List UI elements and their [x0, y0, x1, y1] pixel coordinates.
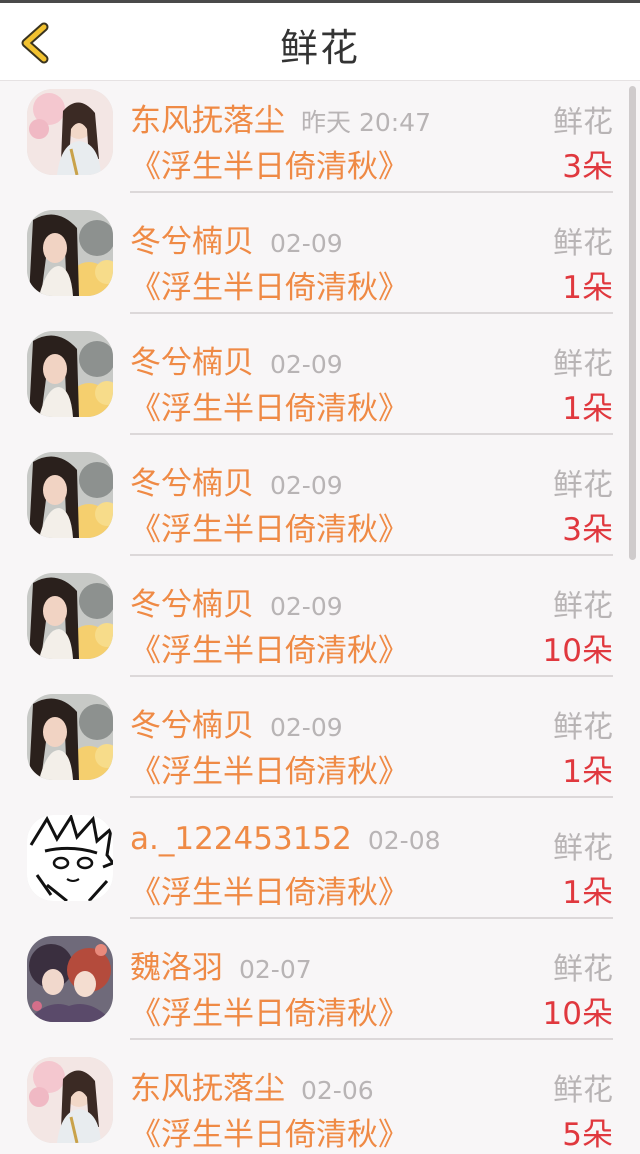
user-name[interactable]: 东风抚落尘: [130, 103, 285, 139]
timestamp: 02-08: [367, 826, 441, 855]
user-name-line: a._122453152 02-08: [130, 821, 441, 857]
avatar[interactable]: [27, 331, 113, 417]
list-item[interactable]: 冬兮楠贝 02-09 鲜花《浮生半日倚清秋》 1朵: [0, 686, 640, 807]
list-item[interactable]: 冬兮楠贝 02-09 鲜花《浮生半日倚清秋》 3朵: [0, 444, 640, 565]
user-name[interactable]: 冬兮楠贝: [130, 345, 254, 381]
timestamp: 02-07: [239, 955, 312, 984]
flower-count: 1朵: [562, 270, 613, 306]
gift-type: 鲜花: [553, 952, 613, 987]
timestamp: 02-09: [270, 713, 343, 742]
flower-gift-list: 东风抚落尘 昨天 20:47 鲜花 《浮生半日倚清秋》 3朵 冬兮楠贝 02-09 鲜花 《浮生…: [0, 81, 640, 1154]
book-title[interactable]: 《浮生半日倚清秋》: [130, 383, 409, 428]
user-name-line: 冬兮楠贝 02-09: [130, 579, 343, 624]
gift-type: 鲜花: [553, 468, 613, 503]
flower-count: 10朵: [542, 633, 613, 669]
item-info: 冬兮楠贝 02-09 鲜花《浮生半日倚清秋》 1朵: [130, 323, 613, 435]
flower-count: 1朵: [562, 875, 613, 911]
gift-type: 鲜花: [553, 226, 613, 261]
book-title[interactable]: 《浮生半日倚清秋》: [130, 625, 409, 670]
book-title[interactable]: 《浮生半日倚清秋》: [130, 746, 409, 791]
gift-type: 鲜花: [553, 105, 613, 140]
timestamp: 02-09: [270, 229, 343, 258]
user-name[interactable]: 冬兮楠贝: [130, 708, 254, 744]
book-title[interactable]: 《浮生半日倚清秋》: [130, 1109, 409, 1154]
gift-type: 鲜花: [553, 1073, 613, 1108]
avatar[interactable]: [27, 89, 113, 175]
avatar[interactable]: [27, 573, 113, 659]
item-info: 魏洛羽 02-07 鲜花《浮生半日倚清秋》 10朵: [130, 928, 613, 1040]
item-info: 冬兮楠贝 02-09 鲜花《浮生半日倚清秋》 1朵: [130, 686, 613, 798]
user-name[interactable]: a._122453152: [130, 821, 352, 857]
item-info: 冬兮楠贝 02-09 鲜花《浮生半日倚清秋》 1朵: [130, 202, 613, 314]
book-title[interactable]: 《浮生半日倚清秋》: [130, 141, 409, 186]
list-item[interactable]: 冬兮楠贝 02-09 鲜花《浮生半日倚清秋》 10朵: [0, 565, 640, 686]
book-title[interactable]: 《浮生半日倚清秋》: [130, 988, 409, 1033]
list-item[interactable]: a._122453152 02-08 鲜花《浮生半日倚清秋》 1朵: [0, 807, 640, 928]
item-info: 冬兮楠贝 02-09 鲜花《浮生半日倚清秋》 10朵: [130, 565, 613, 677]
timestamp: 02-09: [270, 350, 343, 379]
user-name[interactable]: 冬兮楠贝: [130, 466, 254, 502]
gift-type: 鲜花: [553, 347, 613, 382]
user-name-line: 东风抚落尘 昨天 20:47: [130, 95, 431, 140]
avatar[interactable]: [27, 210, 113, 296]
user-name-line: 东风抚落尘 02-06: [130, 1063, 374, 1108]
list-item[interactable]: 魏洛羽 02-07 鲜花《浮生半日倚清秋》 10朵: [0, 928, 640, 1049]
list-item[interactable]: 东风抚落尘 02-06 鲜花《浮生半日倚清秋》 5朵: [0, 1049, 640, 1154]
page-title: 鲜花: [279, 26, 360, 70]
user-name[interactable]: 东风抚落尘: [130, 1071, 285, 1107]
item-info: 冬兮楠贝 02-09 鲜花《浮生半日倚清秋》 3朵: [130, 444, 613, 556]
gift-type: 鲜花: [553, 831, 613, 866]
user-name-line: 冬兮楠贝 02-09: [130, 216, 343, 261]
scrollbar[interactable]: [629, 86, 636, 560]
list-item[interactable]: 冬兮楠贝 02-09 鲜花《浮生半日倚清秋》 1朵: [0, 323, 640, 444]
item-info: 东风抚落尘 02-06 鲜花《浮生半日倚清秋》 5朵: [130, 1049, 613, 1154]
book-title[interactable]: 《浮生半日倚清秋》: [130, 504, 409, 549]
book-title[interactable]: 《浮生半日倚清秋》: [130, 262, 409, 307]
flower-count: 10朵: [542, 996, 613, 1032]
timestamp: 02-06: [301, 1076, 374, 1105]
list-item[interactable]: 东风抚落尘 昨天 20:47 鲜花《浮生半日倚清秋》 3朵: [0, 81, 640, 202]
flower-count: 5朵: [562, 1117, 613, 1153]
user-name-line: 冬兮楠贝 02-09: [130, 700, 343, 745]
avatar[interactable]: [27, 936, 113, 1022]
flower-count: 1朵: [562, 754, 613, 790]
user-name-line: 魏洛羽 02-07: [130, 942, 312, 987]
user-name-line: 冬兮楠贝 02-09: [130, 458, 343, 503]
timestamp: 02-09: [270, 592, 343, 621]
avatar[interactable]: [27, 815, 113, 901]
user-name[interactable]: 魏洛羽: [130, 950, 223, 986]
top-bar: 鲜花: [0, 3, 640, 81]
item-info: a._122453152 02-08 鲜花《浮生半日倚清秋》 1朵: [130, 807, 613, 919]
timestamp: 昨天 20:47: [301, 108, 431, 137]
flower-count: 1朵: [562, 391, 613, 427]
user-name-line: 冬兮楠贝 02-09: [130, 337, 343, 382]
list-item[interactable]: 冬兮楠贝 02-09 鲜花《浮生半日倚清秋》 1朵: [0, 202, 640, 323]
user-name[interactable]: 冬兮楠贝: [130, 224, 254, 260]
item-info: 东风抚落尘 昨天 20:47 鲜花《浮生半日倚清秋》 3朵: [130, 81, 613, 193]
flower-count: 3朵: [562, 512, 613, 548]
user-name[interactable]: 冬兮楠贝: [130, 587, 254, 623]
avatar[interactable]: [27, 452, 113, 538]
flower-count: 3朵: [562, 149, 613, 185]
avatar[interactable]: [27, 694, 113, 780]
gift-type: 鲜花: [553, 589, 613, 624]
avatar[interactable]: [27, 1057, 113, 1143]
gift-type: 鲜花: [553, 710, 613, 745]
book-title[interactable]: 《浮生半日倚清秋》: [130, 867, 409, 912]
timestamp: 02-09: [270, 471, 343, 500]
